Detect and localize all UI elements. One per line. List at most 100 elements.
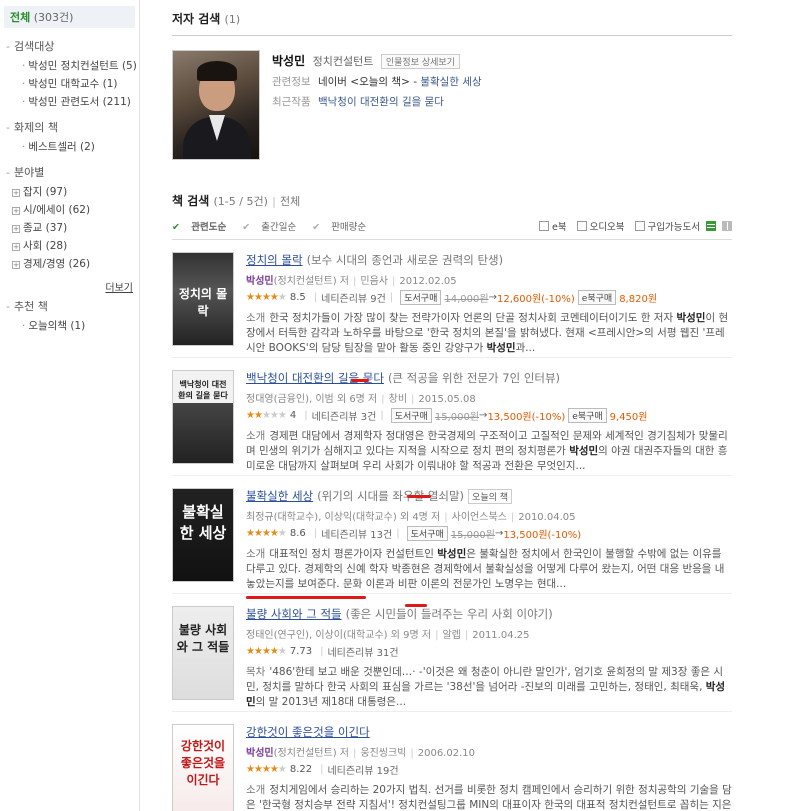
- book-meta: 박성민(정치컨설턴트) 저 | 민음사 | 2012.02.05: [246, 272, 732, 287]
- book-meta-text: 정대영(금융인), 이범 외 6명 저: [246, 394, 378, 405]
- sidebar-section: - 분야별 + 잡지 (97) + 시/에세이 (62) + 종교 (37) + 사회 (28) +…: [6, 164, 139, 273]
- book-item: 정치의 몰락 정치의 몰락 (보수 시대의 종언과 새로운 권력의 탄생) 박성민(정…: [172, 252, 732, 358]
- book-author-link[interactable]: 박성민: [246, 748, 274, 759]
- author-name[interactable]: 박성민: [272, 54, 305, 68]
- expand-plus-icon[interactable]: +: [12, 207, 20, 215]
- sale-price: 12,600원(-10%): [496, 294, 575, 305]
- book-meta-text: 창비: [388, 394, 408, 405]
- price-arrow: →: [479, 410, 488, 421]
- books-all-link[interactable]: 전체: [280, 195, 300, 208]
- author-related-link[interactable]: 불확실한 세상: [420, 76, 481, 88]
- grid-view-icon[interactable]: [722, 221, 732, 231]
- book-subtitle: (큰 적공을 위한 전문가 7인 인터뷰): [387, 371, 561, 385]
- expand-plus-icon[interactable]: +: [12, 225, 20, 233]
- book-cover-image[interactable]: 불확실한 세상: [172, 488, 234, 582]
- book-rating-row: ★★★★★ 8.22 | 네티즌리뷰 19건: [246, 762, 732, 777]
- book-info: 정치의 몰락 (보수 시대의 종언과 새로운 권력의 탄생) 박성민(정치컨설턴트)…: [246, 252, 732, 356]
- check-icon: ✔: [312, 222, 324, 233]
- book-description-text: 한국 정치가들이 가장 많이 찾는 전략가이자 언론의 단골 정치사회 코멘테이…: [246, 312, 729, 354]
- book-description-text: 경제편 대담에서 경제학자 정대영은 한국경제의 구조적이고 고질적인 문제와 …: [246, 430, 728, 472]
- purchasable-checkbox[interactable]: 구입가능도서: [634, 219, 700, 233]
- book-meta-text: 2010.04.05: [518, 512, 576, 523]
- list-view-icon[interactable]: [706, 221, 716, 231]
- book-cover-image[interactable]: 백낙청이 대전환의 길을 묻다: [172, 370, 234, 464]
- sort-option[interactable]: ✔ 출간일순: [242, 222, 304, 233]
- sidebar-item-label: 박성민 대학교수 (1): [28, 78, 118, 90]
- sidebar-item[interactable]: · 오늘의책 (1): [6, 317, 139, 335]
- sidebar-item[interactable]: · 박성민 대학교수 (1): [6, 75, 139, 93]
- book-reviews-link[interactable]: 네티즌리뷰 3건: [312, 408, 377, 423]
- book-reviews-link[interactable]: 네티즌리뷰 31건: [327, 644, 398, 659]
- sidebar-all-label: 전체: [10, 11, 31, 24]
- sidebar-all[interactable]: 전체 (303건): [4, 6, 135, 28]
- sort-option[interactable]: ✔ 판매량순: [312, 222, 374, 233]
- sidebar-item[interactable]: + 경제/경영 (26): [6, 255, 139, 273]
- book-subtitle: (위기의 시대를 좌우할 열쇠말): [317, 489, 465, 503]
- separator: |: [353, 748, 357, 759]
- book-reviews-link[interactable]: 네티즌리뷰 13건: [321, 526, 392, 541]
- sidebar-more-link[interactable]: 더보기: [0, 279, 139, 294]
- sidebar-item[interactable]: + 종교 (37): [6, 219, 139, 237]
- book-title-row: 백낙청이 대전환의 길을 묻다 (큰 적공을 위한 전문가 7인 인터뷰): [246, 370, 732, 386]
- book-type-options: e북 오디오북 구입가능도서: [529, 219, 732, 233]
- author-detail-button[interactable]: 인물정보 상세보기: [380, 54, 460, 69]
- buy-ebook-button[interactable]: e북구매: [577, 290, 617, 305]
- sidebar-item-label: 잡지 (97): [23, 186, 68, 198]
- book-meta-text: 사이언스북스: [451, 512, 507, 523]
- separator: |: [464, 630, 469, 641]
- book-description: 목차 '486'한테 보고 배운 것뿐인데…· -'이것은 왜 청춘이 아니란 말…: [246, 665, 732, 710]
- book-reviews-link[interactable]: 네티즌리뷰 9건: [321, 290, 386, 305]
- ebook-checkbox[interactable]: e북: [538, 219, 567, 233]
- sale-price: 13,500원(-10%): [503, 530, 582, 541]
- sidebar-item[interactable]: + 잡지 (97): [6, 183, 139, 201]
- book-description: 소개 한국 정치가들이 가장 많이 찾는 전략가이자 언론의 단골 정치사회 코멘…: [246, 311, 732, 356]
- purchasable-checkbox-label: 구입가능도서: [647, 222, 700, 233]
- book-author-link[interactable]: 박성민: [246, 276, 274, 287]
- book-reviews-link[interactable]: 네티즌리뷰 19건: [327, 762, 398, 777]
- sort-option[interactable]: ✔ 관련도순: [172, 222, 234, 233]
- book-cover-image[interactable]: 강한것이 좋은것을 이긴다: [172, 724, 234, 811]
- buy-book-button[interactable]: 도서구매: [406, 526, 448, 541]
- book-title-link[interactable]: 백낙청이 대전환의 길을 묻다: [246, 371, 384, 385]
- book-title-link[interactable]: 강한것이 좋은것을 이긴다: [246, 725, 370, 739]
- author-recent-link[interactable]: 백낙청이 대전환의 길을 묻다: [318, 96, 444, 108]
- buy-book-button[interactable]: 도서구매: [400, 290, 442, 305]
- todays-book-badge[interactable]: 오늘의 책: [468, 489, 513, 504]
- buy-ebook-button[interactable]: e북구매: [568, 408, 607, 423]
- check-icon: ✔: [172, 222, 184, 233]
- sidebar-item[interactable]: + 사회 (28): [6, 237, 139, 255]
- sidebar-item-label: 박성민 관련도서 (211): [28, 96, 131, 108]
- author-related-value[interactable]: 네이버 <오늘의 책> -: [318, 76, 420, 88]
- book-cover-image[interactable]: 정치의 몰락: [172, 252, 234, 346]
- sidebar-section: - 화제의 책 · 베스트셀러 (2): [6, 119, 139, 156]
- book-title-link[interactable]: 정치의 몰락: [246, 253, 303, 267]
- sidebar-item[interactable]: · 베스트셀러 (2): [6, 138, 139, 156]
- buy-book-button[interactable]: 도서구매: [390, 408, 432, 423]
- book-info: 불확실한 세상 (위기의 시대를 좌우할 열쇠말) 오늘의 책 최정규(대학교수), …: [246, 488, 732, 592]
- audiobook-checkbox[interactable]: 오디오북: [576, 219, 625, 233]
- author-recent-key: 최근작품: [272, 96, 311, 108]
- book-description-label: 목차: [246, 666, 266, 678]
- expand-plus-icon[interactable]: +: [12, 243, 20, 251]
- sidebar-section-title: - 분야별: [6, 164, 139, 180]
- book-score: 4: [289, 410, 297, 421]
- ebook-checkbox-label: e북: [551, 222, 567, 233]
- separator: |: [444, 512, 448, 523]
- sidebar-item[interactable]: · 박성민 관련도서 (211): [6, 93, 139, 111]
- separator: |: [353, 276, 357, 287]
- expand-plus-icon[interactable]: +: [12, 261, 20, 269]
- original-price: 14,000원: [444, 294, 489, 305]
- book-item: 강한것이 좋은것을 이긴다 강한것이 좋은것을 이긴다 박성민(정치컨설턴트) 저 |…: [172, 724, 732, 811]
- book-title-link[interactable]: 불확실한 세상: [246, 489, 313, 503]
- author-recent-row: 최근작품 백낙청이 대전환의 길을 묻다: [272, 94, 482, 109]
- book-meta-text: 정태인(연구인), 이상이(대학교수) 외 9명 저: [246, 630, 432, 641]
- sidebar-item[interactable]: + 시/에세이 (62): [6, 201, 139, 219]
- separator: |: [435, 630, 439, 641]
- expand-plus-icon[interactable]: +: [12, 189, 20, 197]
- book-cover-image[interactable]: 불량 사회와 그 적들: [172, 606, 234, 700]
- book-title-link[interactable]: 불량 사회와 그 적들: [246, 607, 342, 621]
- sidebar-item[interactable]: · 박성민 정치컨설턴트 (5): [6, 57, 139, 75]
- author-photo[interactable]: [172, 50, 260, 160]
- book-meta: 정대영(금융인), 이범 외 6명 저 | 창비 | 2015.05.08: [246, 390, 732, 405]
- sidebar-item-label: 시/에세이 (62): [23, 204, 91, 216]
